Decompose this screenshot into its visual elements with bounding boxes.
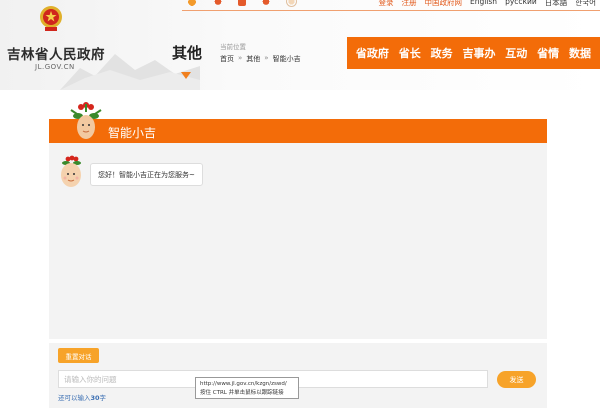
korean-link[interactable]: 한국어 (575, 0, 596, 8)
breadcrumb: 首页 » 其他 » 智能小吉 (220, 54, 301, 64)
breadcrumb-label: 当前位置 (220, 43, 246, 51)
accessibility-icon[interactable] (286, 0, 297, 7)
breadcrumb-current[interactable]: 智能小吉 (273, 54, 301, 64)
chat-panel: 智能小吉 (49, 119, 547, 339)
breadcrumb-separator-icon: » (264, 54, 269, 62)
link-tooltip: http://www.jl.gov.cn/kzgn/zswd/ 按住 CTRL … (195, 377, 299, 399)
section-arrow-icon (181, 72, 191, 79)
english-link[interactable]: English (470, 0, 497, 8)
weibo-icon[interactable] (186, 0, 198, 6)
top-links: 登录 注册 中国政府网 English русский 日本語 한국어 (378, 0, 596, 8)
login-link[interactable]: 登录 (378, 0, 393, 8)
nav-item-jishiban[interactable]: 吉事办 (462, 45, 495, 61)
china-gov-link[interactable]: 中国政府网 (424, 0, 462, 8)
tooltip-hint: 按住 CTRL 并单击鼠标以跟踪链接 (200, 389, 284, 396)
breadcrumb-home[interactable]: 首页 (220, 54, 234, 64)
breadcrumb-other[interactable]: 其他 (246, 54, 260, 64)
nav-item-affairs[interactable]: 政务 (431, 45, 453, 61)
breadcrumb-separator-icon: » (238, 54, 243, 62)
chat-icon[interactable] (260, 0, 272, 6)
char-count-value: 30 (90, 394, 100, 402)
mascot-avatar-icon (61, 155, 81, 187)
bot-greeting-text: 您好！智能小吉正在为您服务~ (98, 170, 195, 179)
nav-item-interaction[interactable]: 互动 (505, 45, 527, 61)
bot-message-bubble: 您好！智能小吉正在为您服务~ (90, 163, 203, 186)
chat-title: 智能小吉 (108, 126, 157, 140)
section-title: 其他 (172, 44, 203, 62)
national-emblem-icon (40, 6, 62, 31)
nav-item-governor[interactable]: 省长 (399, 45, 421, 61)
russian-link[interactable]: русский (505, 0, 537, 8)
reset-conversation-button[interactable]: 重置对话 (58, 348, 99, 363)
main-nav: 省政府 省长 政务 吉事办 互动 省情 数据 (347, 37, 600, 69)
social-icons (186, 0, 297, 7)
tooltip-url: http://www.jl.gov.cn/kzgn/zswd/ (200, 381, 287, 387)
page-root: 吉林省人民政府 JL.GOV.CN 登录 注册 中国政府网 English ру… (0, 0, 600, 408)
send-button[interactable]: 发送 (497, 371, 536, 388)
chat-header: 智能小吉 (49, 119, 547, 143)
site-name: 吉林省人民政府 (7, 47, 105, 63)
site-domain: JL.GOV.CN (35, 63, 75, 71)
nav-item-province-info[interactable]: 省情 (537, 45, 559, 61)
char-count-suffix: 字 (99, 394, 107, 402)
japanese-link[interactable]: 日本語 (545, 0, 568, 8)
char-count: 还可以输入30字 (58, 392, 106, 402)
mobile-icon[interactable] (238, 0, 246, 6)
site-logo[interactable]: 吉林省人民政府 JL.GOV.CN (0, 0, 110, 88)
mascot-ginseng-icon (70, 102, 102, 139)
register-link[interactable]: 注册 (401, 0, 416, 8)
nav-item-province-gov[interactable]: 省政府 (356, 45, 389, 61)
wechat-icon[interactable] (212, 0, 224, 6)
nav-item-data[interactable]: 数据 (569, 45, 591, 61)
char-count-prefix: 还可以输入 (58, 394, 91, 402)
